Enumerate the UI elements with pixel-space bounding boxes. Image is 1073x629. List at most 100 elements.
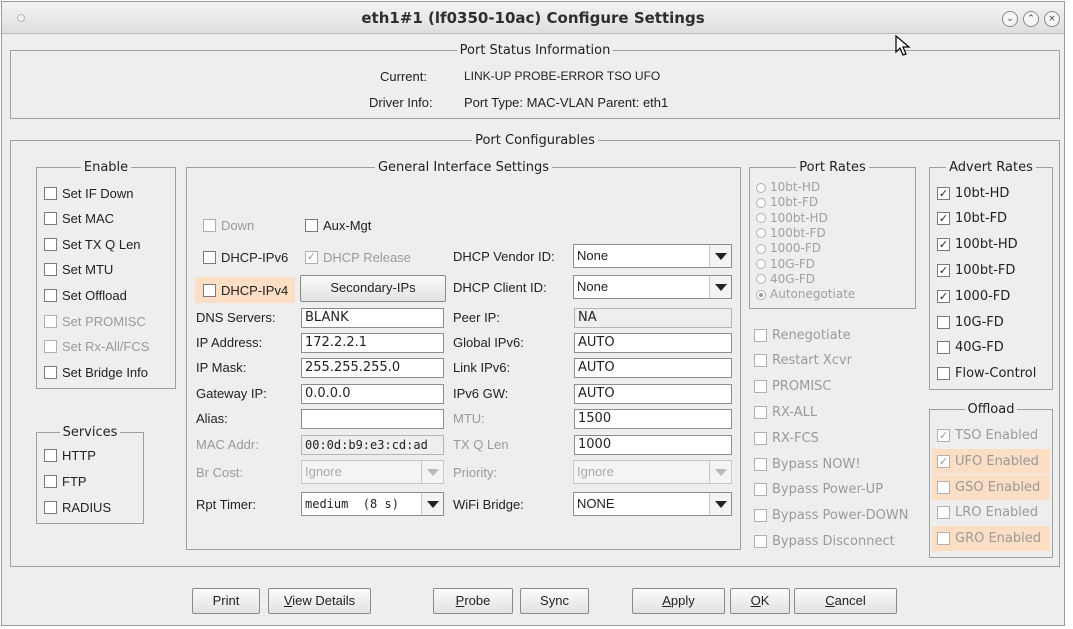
- port-option-rx-fcs-checkbox[interactable]: RX-FCS: [754, 429, 819, 447]
- check-icon[interactable]: ✓: [937, 289, 950, 303]
- advert-10g-fd-checkbox[interactable]: 10G-FD: [937, 313, 1004, 331]
- dhcp-client-id-select[interactable]: None: [573, 275, 732, 299]
- probe-button[interactable]: Probe: [433, 588, 513, 614]
- checkbox-box[interactable]: [754, 354, 767, 368]
- port-option-rx-all-checkbox[interactable]: RX-ALL: [754, 403, 817, 421]
- sync-button[interactable]: Sync: [520, 588, 589, 614]
- ipv6-gw-field[interactable]: AUTO: [574, 384, 732, 404]
- checkbox-box[interactable]: [754, 431, 767, 445]
- checkbox-box[interactable]: [754, 509, 767, 523]
- link-ipv6-field[interactable]: AUTO: [574, 358, 732, 378]
- radio-icon[interactable]: [756, 228, 766, 239]
- priority-select[interactable]: Ignore: [573, 460, 732, 484]
- advert-100bt-hd-checkbox[interactable]: ✓ 100bt-HD: [937, 236, 1018, 254]
- checkbox-box[interactable]: [754, 405, 767, 419]
- port-rate-radio-autonegotiate[interactable]: Autonegotiate: [756, 288, 855, 300]
- aux-mgt-checkbox[interactable]: Aux-Mgt: [305, 216, 371, 234]
- port-option-renegotiate-checkbox[interactable]: Renegotiate: [754, 326, 851, 344]
- alias-field[interactable]: [301, 409, 444, 429]
- chevron-down-icon[interactable]: [709, 493, 731, 515]
- check-icon[interactable]: ✓: [305, 250, 318, 264]
- rpt-timer-select[interactable]: medium (8 s): [301, 492, 444, 516]
- checkbox-box[interactable]: [44, 474, 57, 488]
- ip-mask-field[interactable]: 255.255.255.0: [301, 358, 444, 378]
- service-ftp-checkbox[interactable]: FTP: [44, 472, 87, 490]
- secondary-ips-button[interactable]: Secondary-IPs: [300, 275, 446, 302]
- checkbox-box[interactable]: [44, 340, 57, 354]
- mac-addr-field[interactable]: 00:0d:b9:e3:cd:ad: [301, 435, 444, 455]
- maximize-icon[interactable]: ⌃: [1023, 11, 1039, 27]
- checkbox-box[interactable]: [305, 218, 318, 232]
- tx-q-len-field[interactable]: 1000: [574, 435, 732, 455]
- checkbox-box[interactable]: [937, 506, 950, 520]
- dhcp-release-checkbox[interactable]: ✓ DHCP Release: [305, 248, 411, 266]
- port-option-bypass-now-checkbox[interactable]: Bypass NOW!: [754, 455, 861, 473]
- chevron-down-icon[interactable]: [709, 276, 731, 298]
- down-checkbox[interactable]: Down: [203, 216, 254, 234]
- enable-set-promisc-checkbox[interactable]: Set PROMISC: [44, 312, 146, 330]
- enable-set-mtu-checkbox[interactable]: Set MTU: [44, 261, 113, 279]
- checkbox-box[interactable]: [44, 314, 57, 328]
- enable-set-tx-q-len-checkbox[interactable]: Set TX Q Len: [44, 235, 141, 253]
- minimize-icon[interactable]: ⌄: [1002, 11, 1018, 27]
- radio-icon[interactable]: [756, 213, 766, 224]
- port-option-restart-xcvr-checkbox[interactable]: Restart Xcvr: [754, 352, 852, 370]
- port-rate-radio-1000-fd[interactable]: 1000-FD: [756, 242, 821, 254]
- chevron-down-icon[interactable]: [421, 461, 443, 483]
- ip-address-field[interactable]: 172.2.2.1: [301, 333, 444, 353]
- checkbox-box[interactable]: [44, 500, 57, 514]
- checkbox-box[interactable]: [754, 534, 767, 548]
- service-http-checkbox[interactable]: HTTP: [44, 446, 96, 464]
- enable-set-if-down-checkbox[interactable]: Set IF Down: [44, 184, 134, 202]
- check-icon[interactable]: ✓: [937, 263, 950, 277]
- checkbox-box[interactable]: [754, 380, 767, 394]
- service-radius-checkbox[interactable]: RADIUS: [44, 498, 111, 516]
- check-icon[interactable]: ✓: [937, 186, 950, 200]
- checkbox-box[interactable]: [44, 448, 57, 462]
- checkbox-box[interactable]: [937, 367, 950, 381]
- offload-tso-enabled-checkbox[interactable]: ✓ TSO Enabled: [932, 423, 1050, 448]
- advert-flow-control-checkbox[interactable]: Flow-Control: [937, 365, 1036, 383]
- check-icon[interactable]: ✓: [937, 429, 950, 442]
- dhcp-ipv6-checkbox[interactable]: DHCP-IPv6: [203, 248, 288, 266]
- global-ipv6-field[interactable]: AUTO: [574, 333, 732, 353]
- advert-100bt-fd-checkbox[interactable]: ✓ 100bt-FD: [937, 261, 1015, 279]
- dhcp-ipv4-checkbox[interactable]: DHCP-IPv4: [195, 277, 295, 303]
- view-details-button[interactable]: View Details: [268, 588, 371, 614]
- radio-icon[interactable]: [756, 259, 766, 269]
- port-rate-radio-40g-fd[interactable]: 40G-FD: [756, 273, 815, 285]
- checkbox-box[interactable]: [44, 288, 57, 302]
- close-icon[interactable]: ×: [1044, 11, 1060, 27]
- checkbox-box[interactable]: [937, 480, 950, 494]
- wifi-bridge-select[interactable]: NONE: [573, 492, 732, 516]
- offload-lro-enabled-checkbox[interactable]: LRO Enabled: [932, 500, 1050, 525]
- port-option-bypass-power-up-checkbox[interactable]: Bypass Power-UP: [754, 481, 883, 499]
- radio-icon[interactable]: [756, 182, 766, 193]
- checkbox-box[interactable]: [754, 483, 767, 497]
- radio-icon[interactable]: [756, 289, 766, 300]
- dns-servers-field[interactable]: BLANK: [301, 308, 444, 328]
- chevron-down-icon[interactable]: [421, 493, 443, 515]
- enable-set-offload-checkbox[interactable]: Set Offload: [44, 286, 127, 304]
- offload-gso-enabled-checkbox[interactable]: GSO Enabled: [932, 474, 1050, 500]
- advert-40g-fd-checkbox[interactable]: 40G-FD: [937, 339, 1004, 357]
- offload-ufo-enabled-checkbox[interactable]: ✓ UFO Enabled: [932, 448, 1050, 474]
- check-icon[interactable]: ✓: [937, 238, 950, 252]
- port-rate-radio-100bt-hd[interactable]: 100bt-HD: [756, 212, 828, 224]
- checkbox-box[interactable]: [754, 457, 767, 471]
- checkbox-box[interactable]: [44, 212, 57, 226]
- port-rate-radio-10g-fd[interactable]: 10G-FD: [756, 258, 815, 270]
- mtu-field[interactable]: 1500: [574, 409, 732, 429]
- radio-icon[interactable]: [756, 197, 766, 208]
- radio-icon[interactable]: [756, 243, 766, 254]
- checkbox-box[interactable]: [44, 263, 57, 277]
- br-cost-select[interactable]: Ignore: [301, 460, 444, 484]
- gateway-ip-field[interactable]: 0.0.0.0: [301, 384, 444, 404]
- check-icon[interactable]: ✓: [937, 454, 950, 468]
- print-button[interactable]: Print: [192, 588, 260, 614]
- checkbox-box[interactable]: [44, 237, 57, 251]
- checkbox-box[interactable]: [937, 341, 950, 355]
- advert-1000-fd-checkbox[interactable]: ✓ 1000-FD: [937, 287, 1010, 305]
- checkbox-box[interactable]: [937, 315, 950, 329]
- port-option-bypass-power-down-checkbox[interactable]: Bypass Power-DOWN: [754, 507, 909, 525]
